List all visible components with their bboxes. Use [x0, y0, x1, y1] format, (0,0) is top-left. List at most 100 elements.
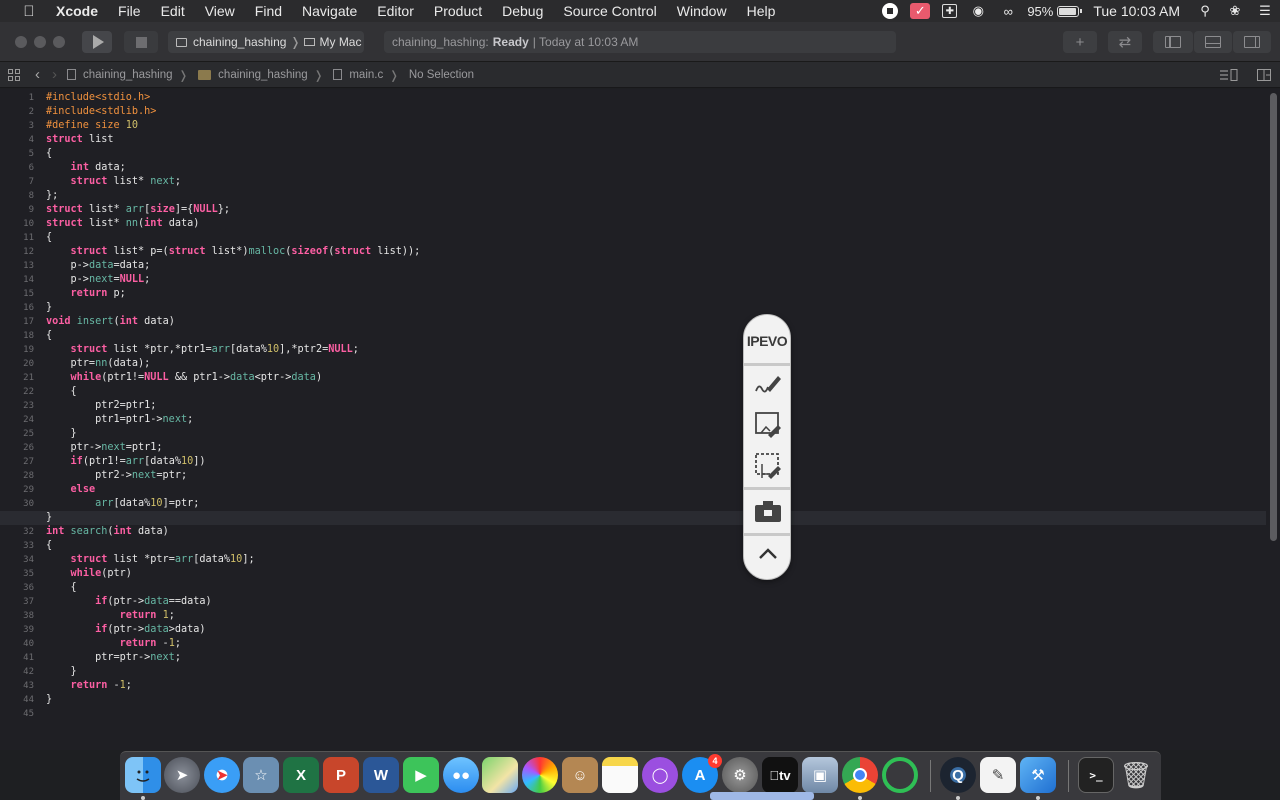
source-editor[interactable]: 1 2 3 4 5 6 7 8 9 10 11 12 13 14 15 16 17 18 19 20 21 22 23 24 2…: [0, 89, 1280, 750]
code-line[interactable]: ptr1=ptr1->next;: [46, 413, 1266, 427]
code-line[interactable]: int search(int data): [46, 525, 1266, 539]
code-line[interactable]: }: [46, 301, 1266, 315]
code-line[interactable]: #include<stdio.h>: [46, 91, 1266, 105]
code-line[interactable]: void insert(int data): [46, 315, 1266, 329]
breadcrumb-file[interactable]: main.c ❭: [333, 68, 399, 82]
toggle-navigator-button[interactable]: [1153, 31, 1193, 53]
siri-icon[interactable]: ❀: [1226, 3, 1244, 19]
code-line[interactable]: struct list *ptr=arr[data%10];: [46, 553, 1266, 567]
code-line[interactable]: p->data=data;: [46, 259, 1266, 273]
apple-menu-icon[interactable]: : [18, 3, 40, 20]
menu-navigate[interactable]: Navigate: [292, 0, 367, 22]
menu-find[interactable]: Find: [245, 0, 292, 22]
code-line[interactable]: return 1;: [46, 609, 1266, 623]
circle-app-icon[interactable]: [882, 757, 918, 793]
preview-icon[interactable]: ☆: [243, 757, 279, 793]
launchpad-icon[interactable]: ➤: [164, 757, 200, 793]
menu-window[interactable]: Window: [667, 0, 737, 22]
code-line[interactable]: while(ptr1!=NULL && ptr1->data<ptr->data…: [46, 371, 1266, 385]
code-line[interactable]: {: [46, 231, 1266, 245]
textedit-icon[interactable]: ✎: [980, 757, 1016, 793]
stop-button[interactable]: [124, 31, 158, 53]
excel-icon[interactable]: X: [283, 757, 319, 793]
image-capture-icon[interactable]: ▣: [802, 757, 838, 793]
code-line[interactable]: }: [0, 511, 1266, 525]
code-line[interactable]: struct list *ptr,*ptr1=arr[data%10],*ptr…: [46, 343, 1266, 357]
chrome-icon[interactable]: [842, 757, 878, 793]
code-line[interactable]: {: [46, 147, 1266, 161]
code-line[interactable]: if(ptr->data>data): [46, 623, 1266, 637]
ipevo-capture-region-button[interactable]: [753, 451, 783, 481]
code-line[interactable]: #define size 10: [46, 119, 1266, 133]
menu-source-control[interactable]: Source Control: [553, 0, 666, 22]
code-line[interactable]: while(ptr): [46, 567, 1266, 581]
appstore-icon[interactable]: A 4: [682, 754, 722, 793]
code-area[interactable]: #include<stdio.h> #include<stdlib.h> #defi…: [0, 91, 1266, 721]
maps-icon[interactable]: [482, 757, 518, 793]
code-line[interactable]: p->next=NULL;: [46, 273, 1266, 287]
menu-debug[interactable]: Debug: [492, 0, 553, 22]
related-items-icon[interactable]: [8, 68, 21, 81]
menu-product[interactable]: Product: [424, 0, 492, 22]
editor-options-icon[interactable]: [1220, 69, 1238, 81]
code-line[interactable]: struct list* arr[size]={NULL};: [46, 203, 1266, 217]
code-line[interactable]: };: [46, 189, 1266, 203]
add-editor-icon[interactable]: [1257, 69, 1271, 81]
code-line[interactable]: else: [46, 483, 1266, 497]
scheme-selector[interactable]: chaining_hashing ❭ My Mac: [168, 31, 364, 53]
powerpoint-icon[interactable]: P: [323, 757, 359, 793]
spotlight-search-icon[interactable]: ⚲: [1196, 3, 1214, 19]
window-close-button[interactable]: [15, 36, 27, 48]
ipevo-camera-button[interactable]: [753, 497, 783, 527]
code-line[interactable]: }: [46, 665, 1266, 679]
code-line[interactable]: struct list* p=(struct list*)malloc(size…: [46, 245, 1266, 259]
menu-file[interactable]: File: [108, 0, 151, 22]
terminal-icon[interactable]: >_: [1078, 757, 1114, 793]
code-line[interactable]: return -1;: [46, 679, 1266, 693]
facetime-icon[interactable]: ▶: [403, 757, 439, 793]
toggle-debug-area-button[interactable]: [1194, 31, 1232, 53]
trash-icon[interactable]: 🗑: [1118, 757, 1154, 793]
code-line[interactable]: {: [46, 385, 1266, 399]
photos-icon[interactable]: [522, 757, 558, 793]
menu-editor[interactable]: Editor: [367, 0, 424, 22]
notes-icon[interactable]: [602, 757, 638, 793]
code-line[interactable]: ptr2->next=ptr;: [46, 469, 1266, 483]
code-line[interactable]: struct list* nn(int data): [46, 217, 1266, 231]
back-arrow-icon[interactable]: ‹: [35, 66, 40, 83]
xcode-icon[interactable]: ⚒: [1020, 757, 1056, 793]
code-line[interactable]: {: [46, 539, 1266, 553]
code-line[interactable]: struct list: [46, 133, 1266, 147]
code-line[interactable]: return -1;: [46, 637, 1266, 651]
code-line[interactable]: struct list* next;: [46, 175, 1266, 189]
system-preferences-icon[interactable]: ⚙: [722, 757, 758, 793]
menubar-clock[interactable]: Tue 10:03 AM: [1093, 3, 1180, 19]
code-line[interactable]: }: [46, 693, 1266, 707]
code-line[interactable]: return p;: [46, 287, 1266, 301]
toggle-inspector-button[interactable]: [1233, 31, 1271, 53]
code-line[interactable]: {: [46, 581, 1266, 595]
code-review-button[interactable]: ⇄: [1108, 31, 1142, 53]
run-button[interactable]: [82, 31, 112, 53]
ipevo-collapse-button[interactable]: [753, 539, 783, 569]
ipevo-annotate-image-button[interactable]: [753, 410, 783, 440]
screen-record-stop-icon[interactable]: [882, 3, 899, 19]
creative-cloud-icon[interactable]: ∞: [999, 3, 1017, 19]
breadcrumb-folder[interactable]: chaining_hashing ❭: [198, 68, 323, 82]
code-line[interactable]: #include<stdlib.h>: [46, 105, 1266, 119]
forward-arrow-icon[interactable]: ›: [52, 66, 57, 83]
vertical-scrollbar[interactable]: [1270, 93, 1277, 541]
appletv-icon[interactable]: tv: [762, 757, 798, 793]
code-line[interactable]: int data;: [46, 161, 1266, 175]
screenshot-tool-icon[interactable]: ✚: [942, 4, 958, 18]
app-status-icon[interactable]: ◉: [969, 3, 987, 19]
battery-icon[interactable]: [1057, 5, 1083, 17]
podcasts-icon[interactable]: ◯: [642, 757, 678, 793]
code-line[interactable]: ptr=ptr->next;: [46, 651, 1266, 665]
safari-icon[interactable]: ➤: [204, 757, 240, 793]
menu-view[interactable]: View: [195, 0, 245, 22]
breadcrumb-selection[interactable]: No Selection: [409, 69, 474, 81]
code-line[interactable]: arr[data%10]=ptr;: [46, 497, 1266, 511]
library-button[interactable]: +: [1063, 31, 1097, 53]
code-line[interactable]: [46, 707, 1266, 721]
